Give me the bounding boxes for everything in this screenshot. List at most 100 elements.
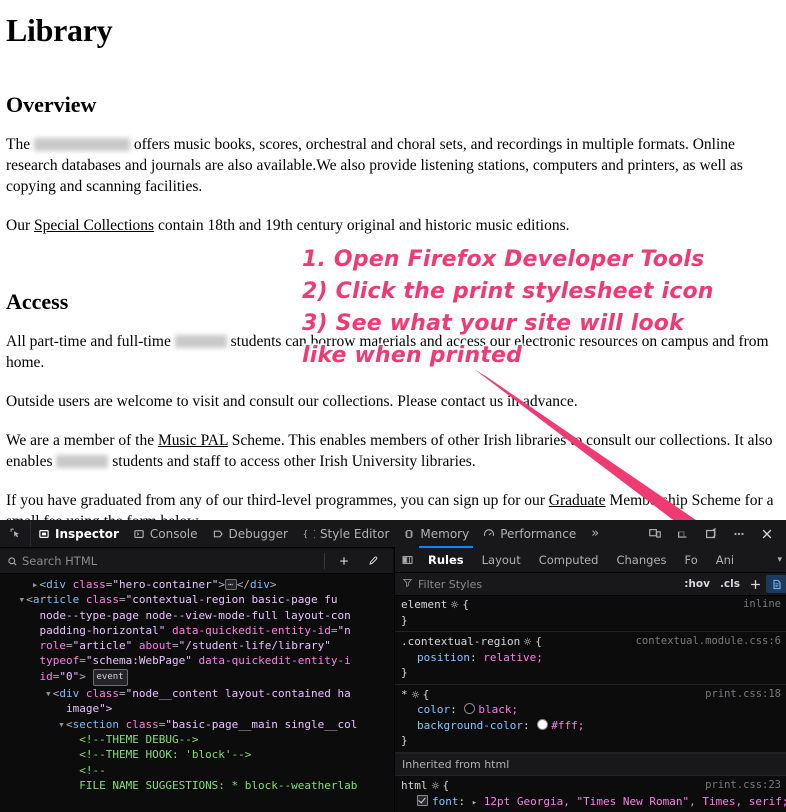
eyedropper-icon[interactable] xyxy=(359,548,385,574)
tab-fonts[interactable]: Fo xyxy=(676,548,707,572)
css-value[interactable]: 12pt Georgia, "Times New Roman", Times, … xyxy=(484,795,786,808)
tab-animations[interactable]: Ani xyxy=(707,548,743,572)
tab-memory[interactable]: Memory xyxy=(396,521,476,547)
markup-row[interactable]: role="article" about="/student-life/libr… xyxy=(0,638,393,653)
css-rule[interactable]: print.css:23html{font: ▸ 12pt Georgia, "… xyxy=(395,776,786,812)
link-music-pal[interactable]: Music PAL xyxy=(158,432,228,449)
rule-source-link[interactable]: contextual.module.css:6 xyxy=(636,634,781,650)
style-editor-icon: { } xyxy=(302,528,315,540)
rules-tabbar: Rules Layout Computed Changes Fo Ani ▾ xyxy=(395,547,786,573)
three-pane-icon[interactable] xyxy=(395,554,419,566)
gear-icon[interactable] xyxy=(450,598,459,607)
screenshot-icon[interactable] xyxy=(670,521,696,547)
css-property[interactable]: position xyxy=(417,651,470,664)
toolbar-overflow-icon[interactable]: » xyxy=(583,526,607,541)
css-value[interactable]: relative; xyxy=(483,651,543,664)
markup-row[interactable]: id="0"> event xyxy=(0,669,393,686)
responsive-design-mode-icon[interactable] xyxy=(642,521,668,547)
css-declaration[interactable]: position: relative; xyxy=(395,650,786,666)
tab-changes[interactable]: Changes xyxy=(607,548,675,572)
twisty-spacer xyxy=(70,793,79,795)
rule-source-link[interactable]: print.css:23 xyxy=(705,778,781,794)
gear-icon[interactable] xyxy=(411,688,420,697)
search-input[interactable]: Search HTML xyxy=(22,554,320,568)
event-badge[interactable]: event xyxy=(93,669,128,686)
pseudo-class-button[interactable]: :hov xyxy=(679,578,715,590)
twisty-spacer xyxy=(70,763,79,778)
page-title: Library xyxy=(6,14,780,46)
color-swatch[interactable] xyxy=(537,719,548,730)
markup-row[interactable]: breadcrumbs.html.twig * block--system-br… xyxy=(0,793,393,795)
add-rule-button[interactable] xyxy=(745,575,766,593)
markup-row[interactable]: ▸<div class="hero-container">⋯</div> xyxy=(0,577,393,592)
tab-inspector[interactable]: Inspector xyxy=(31,521,126,547)
markup-token: = xyxy=(331,624,338,637)
devtools-toolbar-actions xyxy=(642,521,786,547)
css-value[interactable]: black; xyxy=(478,703,518,716)
gear-icon[interactable] xyxy=(523,635,532,644)
split-console-icon[interactable] xyxy=(698,521,724,547)
markup-row[interactable]: <!--THEME DEBUG--> xyxy=(0,732,393,747)
css-rules-list[interactable]: inlineelement{}contextual.module.css:6.c… xyxy=(395,595,786,812)
css-property[interactable]: font xyxy=(432,795,459,808)
markup-row[interactable]: padding-horizontal" data-quickedit-entit… xyxy=(0,623,393,638)
markup-row[interactable]: <!--THEME HOOK: 'block'--> xyxy=(0,747,393,762)
css-rule[interactable]: contextual.module.css:6.contextual-regio… xyxy=(395,632,786,685)
tab-layout[interactable]: Layout xyxy=(473,548,530,572)
gear-icon[interactable] xyxy=(431,779,440,788)
collapse-twisty-icon[interactable]: ▾ xyxy=(57,717,66,732)
plus-icon[interactable] xyxy=(331,548,357,574)
link-special-collections[interactable]: Special Collections xyxy=(34,217,154,234)
link-graduate[interactable]: Graduate xyxy=(549,492,606,509)
markup-row[interactable]: ▾<div class="node__content layout-contai… xyxy=(0,686,393,701)
rule-source-link[interactable]: print.css:18 xyxy=(705,687,781,703)
markup-row[interactable]: ▾<section class="basic-page__main single… xyxy=(0,717,393,732)
css-declaration[interactable]: color: black; xyxy=(395,702,786,718)
css-rule[interactable]: inlineelement{} xyxy=(395,595,786,632)
tab-performance[interactable]: Performance xyxy=(476,521,583,547)
filter-styles-input[interactable]: Filter Styles xyxy=(418,578,482,591)
tab-debugger[interactable]: Debugger xyxy=(205,521,295,547)
class-toggle-button[interactable]: .cls xyxy=(715,578,745,590)
firefox-devtools: Inspector Console Debugger { } Style Edi… xyxy=(0,520,786,812)
element-picker-icon[interactable] xyxy=(0,521,31,547)
markup-row[interactable]: image"> xyxy=(0,701,393,716)
markup-row[interactable]: node--type-page node--view-mode-full lay… xyxy=(0,608,393,623)
markup-token: <!--THEME HOOK: 'block'--> xyxy=(79,748,251,761)
markup-tree[interactable]: ▸<div class="hero-container">⋯</div> ▾<a… xyxy=(0,574,393,795)
collapsed-children-icon[interactable]: ⋯ xyxy=(225,579,237,590)
css-rule[interactable]: print.css:18*{color: black;background-co… xyxy=(395,685,786,753)
search-icon xyxy=(0,552,22,571)
tab-label: Console xyxy=(150,527,198,541)
expand-shorthand-icon[interactable]: ▸ xyxy=(472,798,477,808)
declaration-enabled-checkbox[interactable] xyxy=(417,795,428,806)
rules-tabs-overflow-icon[interactable]: ▾ xyxy=(777,555,786,565)
rule-source-link[interactable]: inline xyxy=(743,597,781,613)
print-stylesheet-icon[interactable] xyxy=(766,575,786,593)
markup-token: div xyxy=(59,687,79,700)
markup-token: about xyxy=(139,639,172,652)
markup-row[interactable]: ▾<article class="contextual-region basic… xyxy=(0,592,393,607)
meatball-menu-icon[interactable] xyxy=(726,521,752,547)
markup-row[interactable]: typeof="schema:WebPage" data-quickedit-e… xyxy=(0,653,393,668)
collapse-twisty-icon[interactable]: ▾ xyxy=(44,686,53,701)
rule-selector[interactable]: element{ xyxy=(395,597,786,613)
css-declaration[interactable]: font: ▸ 12pt Georgia, "Times New Roman",… xyxy=(395,794,786,812)
tab-rules[interactable]: Rules xyxy=(419,546,473,572)
color-swatch[interactable] xyxy=(464,703,475,714)
markup-row[interactable]: <!-- xyxy=(0,763,393,778)
tab-computed[interactable]: Computed xyxy=(530,548,608,572)
css-property[interactable]: background-color xyxy=(417,719,523,732)
css-property[interactable]: color xyxy=(417,703,450,716)
expand-twisty-icon[interactable]: ▸ xyxy=(31,577,40,592)
close-icon[interactable] xyxy=(754,521,780,547)
tab-style-editor[interactable]: { } Style Editor xyxy=(295,521,396,547)
css-value[interactable]: #fff; xyxy=(551,719,584,732)
tab-label: Style Editor xyxy=(320,527,389,541)
markup-token: "article" xyxy=(73,639,133,652)
markup-row[interactable]: FILE NAME SUGGESTIONS: * block--weatherl… xyxy=(0,778,393,793)
tab-console[interactable]: Console xyxy=(126,521,205,547)
collapse-twisty-icon[interactable]: ▾ xyxy=(17,592,26,607)
css-declaration[interactable]: background-color: #fff; xyxy=(395,718,786,734)
access-paragraph-1: All part-time and full-time students can… xyxy=(6,331,780,373)
